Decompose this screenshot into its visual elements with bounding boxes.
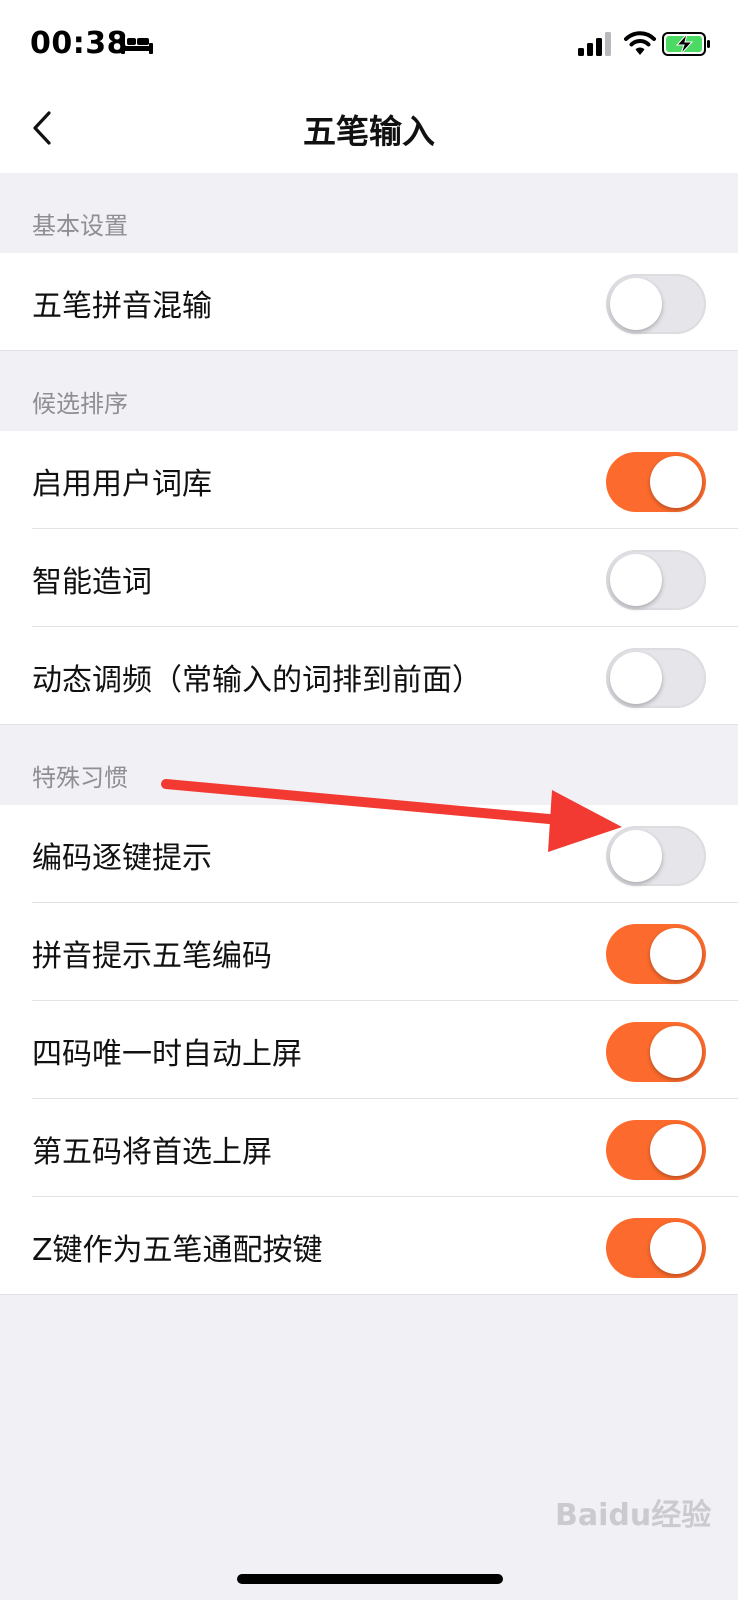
toggle-switch[interactable] [606,648,706,708]
setting-row-dynamic-frequency: 动态调频（常输入的词排到前面） [0,627,738,725]
toggle-switch[interactable] [606,550,706,610]
setting-label: 动态调频（常输入的词排到前面） [32,663,482,698]
setting-label: 四码唯一时自动上屏 [32,1037,302,1072]
toggle-switch[interactable] [606,826,706,886]
toggle-switch[interactable] [606,1120,706,1180]
toggle-knob [610,278,662,330]
section-header-special-habits: 特殊习惯 [0,725,738,805]
toggle-knob [650,1124,702,1176]
setting-row-z-wildcard: Z键作为五笔通配按键 [0,1197,738,1295]
toggle-switch[interactable] [606,274,706,334]
toggle-knob [650,456,702,508]
setting-label: 第五码将首选上屏 [32,1135,272,1170]
toggle-knob [650,928,702,980]
settings-page: 00:38 五笔输入 基本设置 五笔拼音混输 候选排序 启用用户词库 智能造词 … [0,0,738,1600]
toggle-switch[interactable] [606,1022,706,1082]
setting-row-wubi-pinyin-mix: 五笔拼音混输 [0,253,738,351]
setting-row-pinyin-wubi-hint: 拼音提示五笔编码 [0,903,738,1001]
setting-row-smart-word-creation: 智能造词 [0,529,738,627]
section-header-basic: 基本设置 [0,173,738,253]
cellular-signal-icon [578,32,611,56]
toggle-switch[interactable] [606,1218,706,1278]
setting-row-fifth-code-commit: 第五码将首选上屏 [0,1099,738,1197]
watermark-logo: Baidu经验 [555,1498,712,1533]
row-divider [0,1294,738,1295]
setting-label: 启用用户词库 [32,467,212,502]
setting-label: Z键作为五笔通配按键 [32,1233,323,1268]
setting-row-four-code-auto-commit: 四码唯一时自动上屏 [0,1001,738,1099]
status-time: 00:38 [30,26,128,61]
setting-row-user-dictionary: 启用用户词库 [0,431,738,529]
wifi-icon [624,31,656,55]
toggle-knob [610,830,662,882]
toggle-switch[interactable] [606,924,706,984]
battery-charging-icon [662,32,710,56]
setting-row-code-hint: 编码逐键提示 [0,805,738,903]
toggle-knob [610,554,662,606]
toggle-knob [610,652,662,704]
setting-label: 拼音提示五笔编码 [32,939,272,974]
home-indicator[interactable] [237,1574,503,1584]
setting-label: 智能造词 [32,565,152,600]
page-title: 五笔输入 [303,112,435,151]
toggle-switch[interactable] [606,452,706,512]
header-area: 00:38 五笔输入 [0,0,738,173]
setting-label: 编码逐键提示 [32,841,212,876]
bed-icon [121,35,153,54]
section-header-candidate-order: 候选排序 [0,351,738,431]
toggle-knob [650,1222,702,1274]
setting-label: 五笔拼音混输 [32,289,212,324]
toggle-knob [650,1026,702,1078]
